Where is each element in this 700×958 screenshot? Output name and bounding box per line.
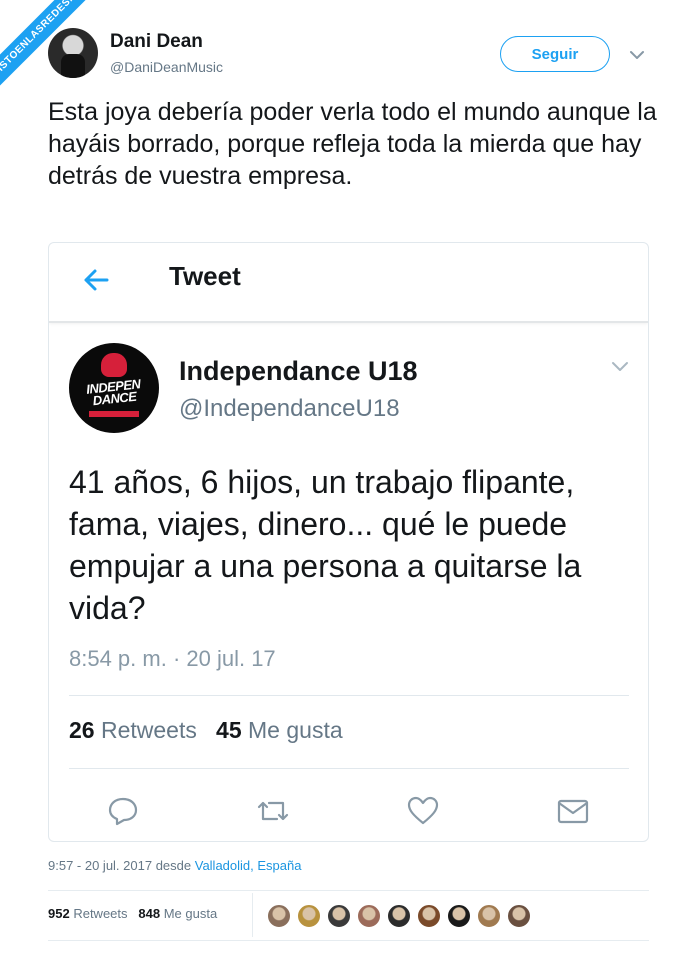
likes-label[interactable]: Me gusta [164,906,217,921]
liker-avatar[interactable] [476,903,502,929]
chevron-down-icon[interactable] [609,355,631,377]
embed-header-bar: Tweet [49,243,648,323]
reply-icon[interactable] [105,793,141,829]
quoted-tweet-text: 41 años, 6 hijos, un trabajo flipante, f… [69,464,582,626]
divider [69,695,629,696]
liker-avatar[interactable] [356,903,382,929]
quoted-likes-count[interactable]: 45 [216,717,242,743]
tweet-location-link[interactable]: Valladolid, España [195,858,302,873]
retweet-icon[interactable] [255,793,291,829]
divider [69,768,629,769]
quoted-author-handle[interactable]: @IndependanceU18 [179,395,400,423]
message-icon[interactable] [555,793,591,829]
tweet-meta: 9:57 - 20 jul. 2017 desde Valladolid, Es… [48,858,301,873]
quoted-likes-label[interactable]: Me gusta [248,717,343,743]
quoted-stats: 26 Retweets 45 Me gusta [69,717,343,744]
divider [48,890,649,891]
retweets-count[interactable]: 952 [48,906,70,921]
liker-avatar[interactable] [506,903,532,929]
tweet-text: Esta joya debería poder verla todo el mu… [48,98,657,190]
logo-text: INDEPEN DANCE [85,376,142,409]
chevron-down-icon[interactable] [626,44,648,66]
liker-avatar[interactable] [416,903,442,929]
author-name[interactable]: Dani Dean [110,31,203,53]
liker-avatar[interactable] [446,903,472,929]
avatar[interactable] [48,28,98,78]
quoted-author-name[interactable]: Independance U18 [179,356,418,387]
quoted-retweets-label[interactable]: Retweets [101,717,197,743]
liker-avatar[interactable] [296,903,322,929]
retweets-label[interactable]: Retweets [73,906,127,921]
quoted-avatar-logo[interactable]: INDEPEN DANCE [69,343,159,433]
quoted-timestamp[interactable]: 8:54 p. m. · 20 jul. 17 [69,646,276,672]
divider [48,940,649,941]
divider [252,893,253,937]
liker-avatar[interactable] [386,903,412,929]
quoted-retweets-count[interactable]: 26 [69,717,95,743]
heart-icon[interactable] [405,793,441,829]
embed-bar-title: Tweet [169,261,241,291]
embedded-screenshot[interactable]: Tweet INDEPEN DANCE Independance U18 @In… [48,242,649,842]
liker-avatar[interactable] [326,903,352,929]
follow-button[interactable]: Seguir [500,36,610,72]
tweet-timestamp[interactable]: 9:57 - 20 jul. 2017 desde [48,858,195,873]
tweet-stats: 952 Retweets 848 Me gusta [48,906,217,921]
likes-count[interactable]: 848 [138,906,160,921]
liker-avatar[interactable] [266,903,292,929]
logo-band [89,411,139,417]
skull-icon [101,353,127,377]
back-arrow-icon[interactable] [79,263,113,297]
author-handle[interactable]: @DaniDeanMusic [110,59,223,75]
tweet-header: Dani Dean @DaniDeanMusic Seguir [48,28,668,80]
